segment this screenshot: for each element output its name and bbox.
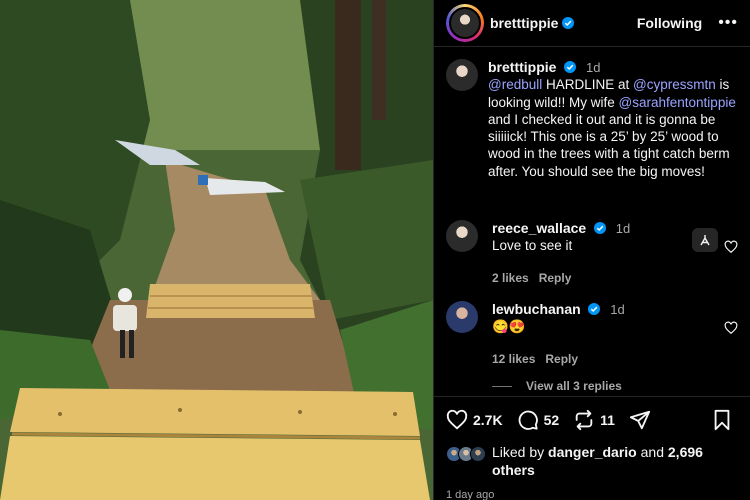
- following-button[interactable]: Following: [637, 15, 702, 31]
- heart-icon[interactable]: [724, 321, 738, 335]
- reply-button[interactable]: Reply: [545, 352, 578, 366]
- liked-by-count[interactable]: 2,696: [668, 444, 703, 460]
- post-header: bretttippie Following •••: [434, 0, 750, 47]
- comments-scroll[interactable]: bretttippie 1d @redbull HARDLINE at @cyp…: [434, 48, 750, 396]
- comment-time: 1d: [615, 221, 631, 236]
- comment-time: 1d: [610, 302, 625, 317]
- like-button[interactable]: 2.7K: [446, 409, 503, 431]
- avatar[interactable]: [449, 7, 481, 39]
- view-replies-button[interactable]: View all 3 replies: [492, 379, 622, 393]
- liked-by-and: and: [636, 444, 668, 460]
- caption-time: 1d: [585, 60, 601, 75]
- comment-username[interactable]: reece_wallace: [492, 220, 586, 236]
- liked-by-user[interactable]: danger_dario: [548, 444, 637, 460]
- mention-link[interactable]: @redbull: [488, 77, 542, 92]
- repost-button[interactable]: 11: [573, 409, 615, 431]
- save-button[interactable]: [711, 409, 738, 431]
- verified-icon: [593, 222, 606, 234]
- verified-icon: [564, 61, 577, 73]
- verified-icon: [562, 17, 575, 29]
- heart-icon[interactable]: [724, 240, 738, 254]
- liked-by-text: Liked by danger_dario and 2,696 others: [492, 443, 738, 479]
- likes-count[interactable]: 2.7K: [473, 412, 503, 428]
- caption-username[interactable]: bretttippie: [488, 59, 556, 75]
- avatar[interactable]: [446, 301, 478, 333]
- view-replies-label: View all 3 replies: [526, 379, 622, 393]
- comment-likes[interactable]: 2 likes: [492, 271, 529, 285]
- caption-text: and I checked it out and it is gonna be …: [488, 111, 730, 179]
- comment-item: lewbuchanan 1d 😋😍 12 likes Reply: [446, 301, 738, 368]
- avatar[interactable]: [446, 220, 478, 252]
- post-timestamp[interactable]: 1 day ago: [446, 489, 738, 500]
- author-username[interactable]: bretttippie: [490, 15, 558, 31]
- heart-icon[interactable]: [446, 409, 468, 431]
- comment-icon[interactable]: [517, 409, 539, 431]
- more-icon[interactable]: •••: [718, 14, 738, 32]
- mention-link[interactable]: @cypressmtn: [633, 77, 716, 92]
- verified-icon: [588, 303, 601, 315]
- caption-text: HARDLINE at: [542, 77, 634, 93]
- mention-link[interactable]: @sarahfentontippie: [619, 95, 736, 110]
- liked-by-prefix: Liked by: [492, 444, 549, 460]
- post-sidebar: bretttippie Following ••• bretttippie 1d…: [433, 0, 750, 500]
- comment-item: reece_wallace 1d Love to see it 2 likes R…: [446, 220, 738, 287]
- share-button[interactable]: [629, 409, 651, 431]
- post-photo[interactable]: [0, 0, 433, 500]
- comment-button[interactable]: 52: [517, 409, 560, 431]
- comment-text: Love to see it: [492, 238, 573, 253]
- comment-text: 😋😍: [492, 319, 526, 334]
- author-avatar-ring[interactable]: [446, 4, 484, 42]
- avatar[interactable]: [446, 59, 478, 91]
- liked-by: Liked by danger_dario and 2,696 others: [446, 443, 738, 479]
- share-icon[interactable]: [629, 409, 651, 431]
- avatar[interactable]: [470, 446, 486, 462]
- caption: bretttippie 1d @redbull HARDLINE at @cyp…: [446, 59, 738, 180]
- action-bar: 2.7K 52 11: [446, 397, 738, 443]
- liked-by-avatars: [446, 446, 486, 462]
- liked-by-others[interactable]: others: [492, 462, 535, 478]
- reply-button[interactable]: Reply: [539, 271, 572, 285]
- comment-likes[interactable]: 12 likes: [492, 352, 535, 366]
- reposts-count[interactable]: 11: [600, 412, 615, 428]
- save-icon[interactable]: [711, 409, 733, 431]
- comments-count[interactable]: 52: [544, 412, 560, 428]
- repost-icon[interactable]: [573, 409, 595, 431]
- caption-body: bretttippie 1d @redbull HARDLINE at @cyp…: [488, 59, 738, 180]
- post-footer: 2.7K 52 11 Liked by danger_dario and 2,6…: [434, 396, 750, 500]
- comment-username[interactable]: lewbuchanan: [492, 301, 581, 317]
- divider: [492, 385, 512, 387]
- photo-scene: [0, 0, 433, 500]
